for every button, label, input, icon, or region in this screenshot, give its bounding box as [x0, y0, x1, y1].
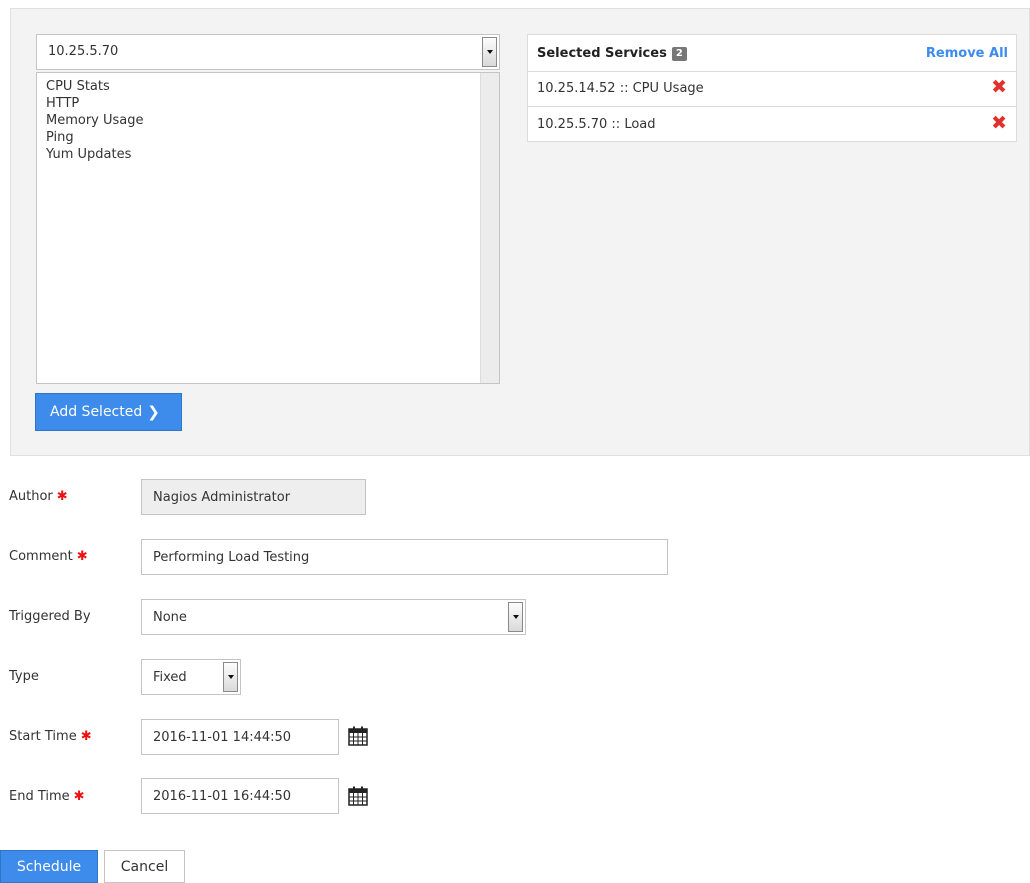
dropdown-arrow-icon[interactable]	[508, 602, 523, 632]
cancel-button[interactable]: Cancel	[104, 850, 185, 883]
remove-all-link[interactable]: Remove All	[926, 46, 1008, 61]
selected-services-box: Selected Services 2 Remove All 10.25.14.5…	[527, 34, 1017, 142]
service-option[interactable]: CPU Stats	[46, 78, 144, 95]
selected-service-row: 10.25.14.52 :: CPU Usage ✖	[528, 71, 1016, 107]
author-label: Author ✱	[9, 489, 68, 504]
selected-count-badge: 2	[671, 47, 687, 61]
service-list-scrollbar[interactable]	[480, 73, 499, 383]
service-option[interactable]: Yum Updates	[46, 146, 144, 163]
end-time-input[interactable]: 2016-11-01 16:44:50	[141, 778, 339, 814]
close-icon[interactable]: ✖	[991, 78, 1007, 97]
triggered-by-label: Triggered By	[9, 609, 91, 624]
triggered-by-select[interactable]: None	[141, 599, 526, 635]
selected-services-header: Selected Services 2 Remove All	[528, 35, 1016, 72]
host-select[interactable]: 10.25.5.70	[36, 34, 500, 70]
schedule-button[interactable]: Schedule	[0, 850, 98, 883]
required-asterisk: ✱	[73, 789, 85, 804]
add-selected-label: Add Selected	[50, 404, 143, 420]
service-option[interactable]: Ping	[46, 129, 144, 146]
calendar-icon[interactable]	[347, 726, 369, 746]
end-time-label: End Time ✱	[9, 789, 85, 804]
start-time-input[interactable]: 2016-11-01 14:44:50	[141, 719, 339, 755]
start-time-label: Start Time ✱	[9, 729, 92, 744]
comment-input[interactable]: Performing Load Testing	[141, 539, 668, 575]
chevron-right-icon: ❯	[147, 403, 160, 421]
service-option[interactable]: HTTP	[46, 95, 144, 112]
comment-label: Comment ✱	[9, 549, 88, 564]
selected-service-label: 10.25.5.70 :: Load	[537, 117, 656, 132]
dropdown-arrow-icon[interactable]	[482, 37, 497, 67]
type-select[interactable]: Fixed	[141, 659, 241, 695]
author-field: Nagios Administrator	[141, 479, 366, 515]
required-asterisk: ✱	[76, 549, 88, 564]
calendar-icon[interactable]	[347, 786, 369, 806]
host-select-value: 10.25.5.70	[48, 44, 119, 59]
dropdown-arrow-icon[interactable]	[223, 662, 238, 692]
add-selected-button[interactable]: Add Selected ❯	[35, 393, 182, 431]
required-asterisk: ✱	[56, 489, 68, 504]
service-option[interactable]: Memory Usage	[46, 112, 144, 129]
selected-service-label: 10.25.14.52 :: CPU Usage	[537, 81, 704, 96]
selected-services-title: Selected Services 2	[537, 46, 687, 61]
required-asterisk: ✱	[80, 729, 92, 744]
service-list[interactable]: CPU Stats HTTP Memory Usage Ping Yum Upd…	[36, 72, 500, 384]
close-icon[interactable]: ✖	[991, 114, 1007, 133]
type-label: Type	[9, 669, 39, 684]
selected-service-row: 10.25.5.70 :: Load ✖	[528, 107, 1016, 142]
